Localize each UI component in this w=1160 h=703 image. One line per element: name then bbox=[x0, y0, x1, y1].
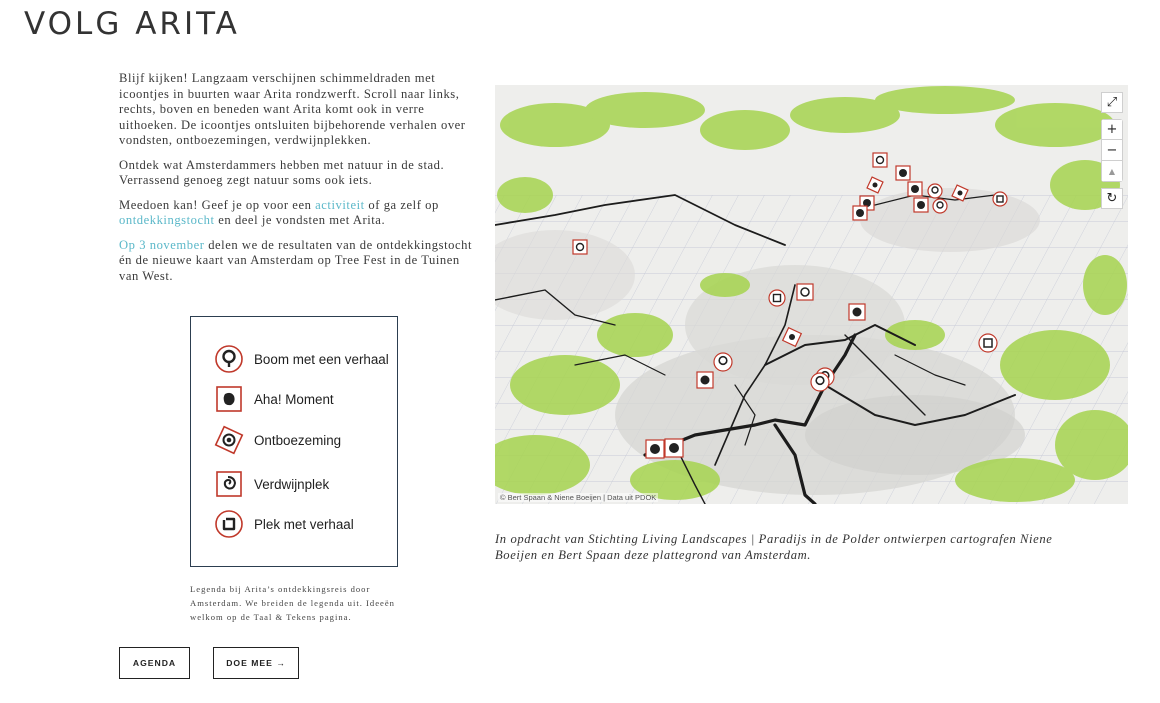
tree-story-icon[interactable] bbox=[932, 198, 948, 214]
legend-label: Verdwijnplek bbox=[254, 476, 330, 492]
agenda-button[interactable]: AGENDA bbox=[119, 647, 190, 679]
page-title: VOLG ARITA bbox=[24, 6, 240, 42]
intro-text: Blijf kijken! Langzaam verschijnen schim… bbox=[119, 71, 475, 293]
place-story-icon[interactable] bbox=[992, 191, 1008, 207]
vanishing-spot-icon[interactable] bbox=[796, 283, 814, 301]
intro-paragraph-3: Meedoen kan! Geef je op voor een activit… bbox=[119, 197, 439, 228]
place-story-icon bbox=[212, 509, 246, 539]
legend-item-tree: Boom met een verhaal bbox=[212, 344, 389, 374]
compass-button[interactable]: ▲ bbox=[1101, 161, 1123, 182]
legend-label: Aha! Moment bbox=[254, 391, 334, 407]
intro-paragraph-2: Ontdek wat Amsterdammers hebben met natu… bbox=[119, 157, 445, 188]
aha-moment-icon[interactable] bbox=[696, 371, 714, 389]
map-caption: In opdracht van Stichting Living Landsca… bbox=[495, 532, 1053, 562]
legend-item-vanishing: Verdwijnplek bbox=[212, 469, 329, 499]
ontdekkingstocht-link[interactable]: ontdekkingstocht bbox=[119, 213, 215, 227]
aha-moment-icon[interactable] bbox=[664, 438, 684, 458]
zoom-in-button[interactable]: + bbox=[1101, 119, 1123, 140]
legend-box: Boom met een verhaal Aha! Moment Ontboez… bbox=[190, 316, 398, 567]
vanishing-spot-icon[interactable] bbox=[872, 152, 888, 168]
map-canvas[interactable] bbox=[495, 85, 1128, 504]
legend-label: Ontboezeming bbox=[254, 432, 342, 448]
map-controls: ⤢ + − ▲ ↻ bbox=[1101, 92, 1123, 209]
tree-story-icon[interactable] bbox=[927, 183, 943, 199]
intro-paragraph-4: Op 3 november delen we de resultaten van… bbox=[119, 237, 473, 283]
place-story-icon[interactable] bbox=[978, 333, 998, 353]
legend-label: Boom met een verhaal bbox=[254, 351, 389, 367]
zoom-controls: + − ▲ bbox=[1101, 119, 1123, 182]
aha-moment-icon[interactable] bbox=[852, 205, 868, 221]
legend-item-place: Plek met verhaal bbox=[212, 509, 354, 539]
aha-moment-icon[interactable] bbox=[645, 439, 665, 459]
fullscreen-button[interactable]: ⤢ bbox=[1101, 92, 1123, 113]
tree-story-icon[interactable] bbox=[713, 352, 733, 372]
place-story-icon[interactable] bbox=[768, 289, 786, 307]
vanishing-spot-icon bbox=[212, 469, 246, 499]
tree-story-icon bbox=[212, 344, 246, 374]
reset-view-button[interactable]: ↻ bbox=[1101, 188, 1123, 209]
date-link[interactable]: Op 3 november bbox=[119, 238, 205, 252]
legend-caption: Legenda bij Arita’s ontdekkingsreis door… bbox=[190, 584, 395, 622]
legend-item-aha: Aha! Moment bbox=[212, 384, 334, 414]
legend-item-outpouring: Ontboezeming bbox=[212, 425, 341, 455]
legend-label: Plek met verhaal bbox=[254, 516, 354, 532]
intro-paragraph-1: Blijf kijken! Langzaam verschijnen schim… bbox=[119, 71, 466, 147]
aha-moment-icon[interactable] bbox=[895, 165, 911, 181]
aha-moment-icon[interactable] bbox=[907, 181, 923, 197]
aha-moment-icon[interactable] bbox=[913, 197, 929, 213]
aha-moment-icon[interactable] bbox=[848, 303, 866, 321]
map-view[interactable]: ⤢ + − ▲ ↻ © Bert Spaan & Niene Boeijen |… bbox=[495, 85, 1128, 504]
activiteit-link[interactable]: activiteit bbox=[315, 198, 365, 212]
vanishing-spot-icon[interactable] bbox=[572, 239, 588, 255]
zoom-out-button[interactable]: − bbox=[1101, 140, 1123, 161]
district-blob bbox=[860, 188, 1040, 252]
doe-mee-button[interactable]: DOE MEE → bbox=[213, 647, 299, 679]
tree-story-icon[interactable] bbox=[810, 372, 830, 392]
outpouring-icon bbox=[212, 425, 246, 455]
map-attribution: © Bert Spaan & Niene Boeijen | Data uit … bbox=[498, 493, 659, 502]
aha-moment-icon bbox=[212, 384, 246, 414]
